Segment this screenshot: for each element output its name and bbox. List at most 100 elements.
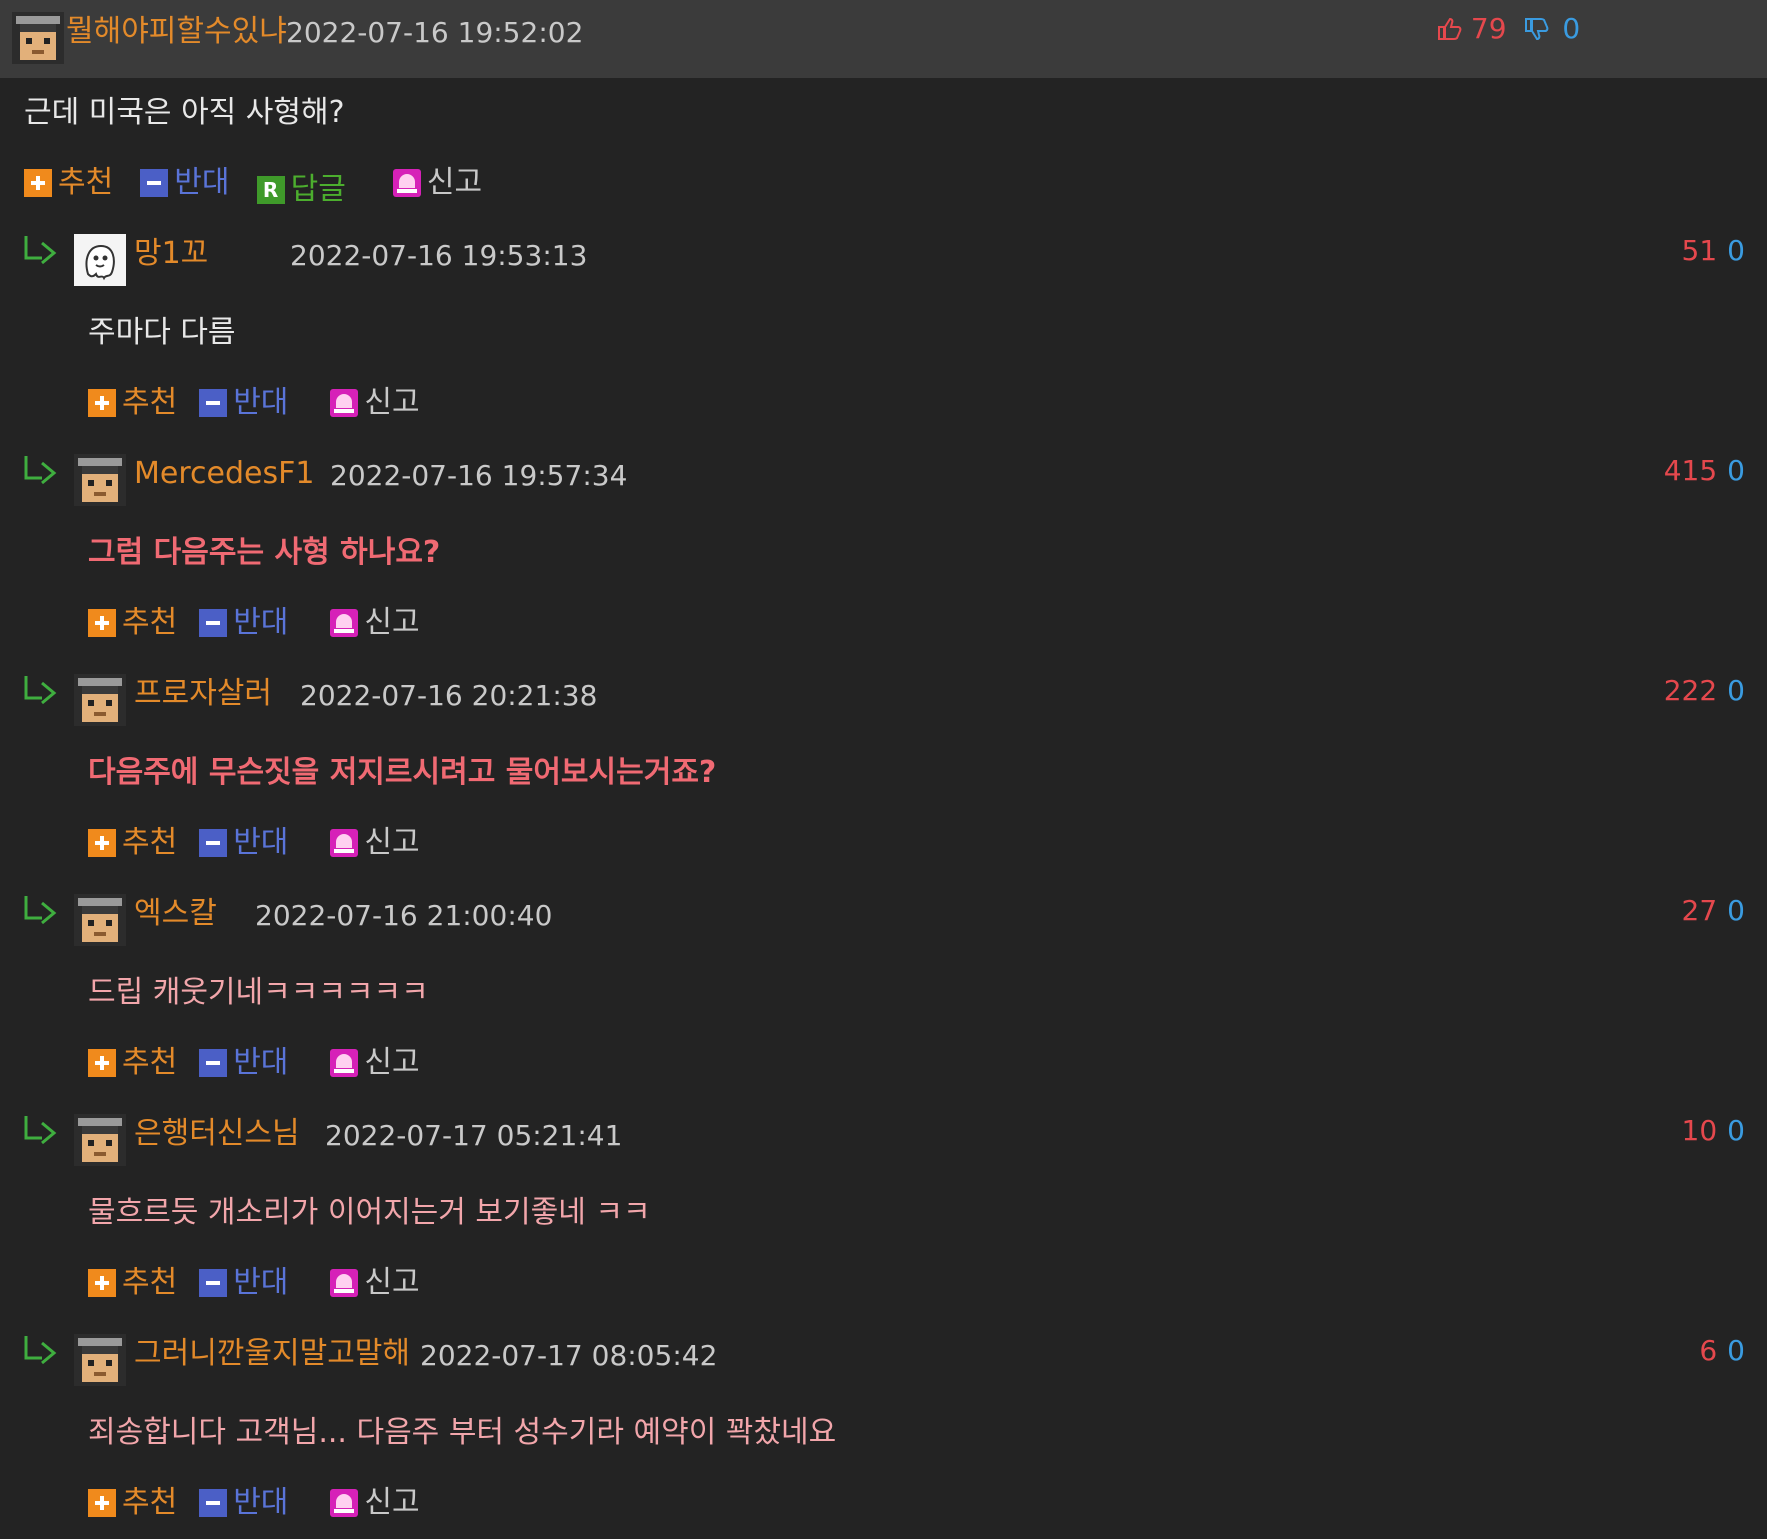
recommend-button[interactable]: 추천 [88, 1486, 177, 1520]
post-nickname[interactable]: 뭘해야피할수있냐 [66, 14, 287, 50]
report-button[interactable]: 신고 [392, 166, 482, 200]
reply-votes: 222 0 [1664, 674, 1745, 708]
siren-icon [392, 169, 421, 197]
reply-arrow-icon [24, 1116, 57, 1145]
upvote-count: 415 [1663, 454, 1718, 487]
upvote-count: 51 [1681, 234, 1718, 267]
recommend-button[interactable]: 추천 [88, 386, 177, 420]
reply-text: 드립 캐웃기네ㅋㅋㅋㅋㅋㅋ [88, 975, 429, 1010]
minus-icon [199, 1489, 228, 1517]
post-votes: 79 0 [1436, 12, 1580, 46]
downvote-count: 0 [1727, 674, 1745, 707]
reply-nickname[interactable]: 망1꼬 [134, 236, 208, 272]
oppose-button[interactable]: 반대 [199, 1046, 288, 1080]
recommend-button[interactable]: 추천 [88, 1266, 177, 1300]
siren-icon [330, 609, 359, 637]
minus-icon [199, 1269, 228, 1297]
report-button[interactable]: 신고 [330, 1046, 420, 1080]
reply-text: 물흐르듯 개소리가 이어지는거 보기좋네 ㅋㅋ [88, 1195, 651, 1230]
reply-actions: 추천 반대 신고 [88, 826, 442, 860]
reply-nickname[interactable]: 프로자살러 [134, 676, 272, 712]
reply-date: 2022-07-16 19:57:34 [330, 459, 628, 492]
reply-text: 다음주에 무슨짓을 저지르시려고 물어보시는거죠? [88, 755, 717, 790]
reply-actions: 추천 반대 신고 [88, 1266, 442, 1300]
reply-nickname[interactable]: 엑스칼 [134, 896, 217, 932]
siren-icon [330, 1269, 359, 1297]
plus-icon [88, 389, 116, 417]
post-actions: 추천 반대 R 답글 신고 [24, 166, 504, 207]
reply-date: 2022-07-16 21:00:40 [255, 899, 553, 932]
thumbs-down-icon[interactable] [1523, 12, 1558, 45]
siren-icon [330, 829, 359, 857]
reply-nickname[interactable]: MercedesF1 [134, 456, 314, 492]
oppose-button[interactable]: 반대 [199, 606, 288, 640]
plus-icon [88, 609, 116, 637]
plus-icon [88, 1489, 116, 1517]
minus-icon [199, 389, 228, 417]
reply-actions: 추천 반대 신고 [88, 386, 442, 420]
upvote-count: 27 [1681, 894, 1718, 927]
reply-arrow-icon [24, 676, 57, 705]
reply-nickname[interactable]: 은행터신스님 [134, 1116, 300, 1152]
reply-actions: 추천 반대 신고 [88, 1046, 442, 1080]
recommend-button[interactable]: 추천 [88, 826, 177, 860]
reply-button[interactable]: R 답글 [256, 173, 346, 207]
post-text: 근데 미국은 아직 사형해? [24, 95, 345, 130]
reply-arrow-icon [24, 456, 57, 485]
reply-votes: 60 [1699, 1334, 1745, 1368]
report-button[interactable]: 신고 [330, 1266, 420, 1300]
oppose-button[interactable]: 반대 [199, 1486, 288, 1520]
reply-nickname[interactable]: 그러니깐울지말고말해 [134, 1336, 410, 1372]
downvote-count: 0 [1727, 1334, 1745, 1367]
reply-votes: 51 0 [1682, 234, 1745, 268]
upvote-count: 79 [1470, 12, 1507, 45]
reply-votes: 27 0 [1682, 894, 1745, 928]
downvote-count: 0 [1727, 454, 1745, 487]
reply-arrow-icon [24, 1336, 57, 1365]
minus-icon [140, 169, 169, 197]
downvote-count: 0 [1727, 234, 1745, 267]
downvote-count: 0 [1727, 1114, 1745, 1147]
reply-date: 2022-07-16 19:53:13 [290, 239, 588, 272]
report-button[interactable]: 신고 [330, 386, 420, 420]
reply-votes: 415 0 [1664, 454, 1745, 488]
plus-icon [24, 169, 52, 197]
recommend-button[interactable]: 추천 [24, 166, 113, 200]
siren-icon [330, 389, 359, 417]
oppose-button[interactable]: 반대 [199, 826, 288, 860]
avatar[interactable] [74, 234, 126, 286]
oppose-button[interactable]: 반대 [140, 166, 230, 200]
recommend-button[interactable]: 추천 [88, 1046, 177, 1080]
avatar[interactable] [74, 454, 126, 506]
siren-icon [330, 1489, 359, 1517]
plus-icon [88, 1049, 116, 1077]
reply-date: 2022-07-17 05:21:41 [325, 1119, 623, 1152]
minus-icon [199, 609, 228, 637]
avatar[interactable] [74, 674, 126, 726]
reply-date: 2022-07-17 08:05:42 [420, 1339, 718, 1372]
minus-icon [199, 829, 228, 857]
reply-votes: 10 0 [1682, 1114, 1745, 1148]
plus-icon [88, 829, 116, 857]
upvote-count: 10 [1681, 1114, 1718, 1147]
report-button[interactable]: 신고 [330, 606, 420, 640]
reply-arrow-icon [24, 896, 57, 925]
downvote-count: 0 [1727, 894, 1745, 927]
thumbs-up-icon[interactable] [1436, 12, 1471, 45]
avatar[interactable] [12, 12, 64, 64]
upvote-count: 6 [1699, 1334, 1718, 1367]
post-date: 2022-07-16 19:52:02 [286, 16, 584, 49]
report-button[interactable]: 신고 [330, 1486, 420, 1520]
plus-icon [88, 1269, 116, 1297]
reply-icon: R [256, 176, 285, 204]
avatar[interactable] [74, 894, 126, 946]
downvote-count: 0 [1562, 12, 1581, 45]
reply-actions: 추천 반대 신고 [88, 606, 442, 640]
avatar[interactable] [74, 1114, 126, 1166]
oppose-button[interactable]: 반대 [199, 386, 288, 420]
avatar[interactable] [74, 1334, 126, 1386]
recommend-button[interactable]: 추천 [88, 606, 177, 640]
reply-actions: 추천 반대 신고 [88, 1486, 442, 1520]
report-button[interactable]: 신고 [330, 826, 420, 860]
oppose-button[interactable]: 반대 [199, 1266, 288, 1300]
